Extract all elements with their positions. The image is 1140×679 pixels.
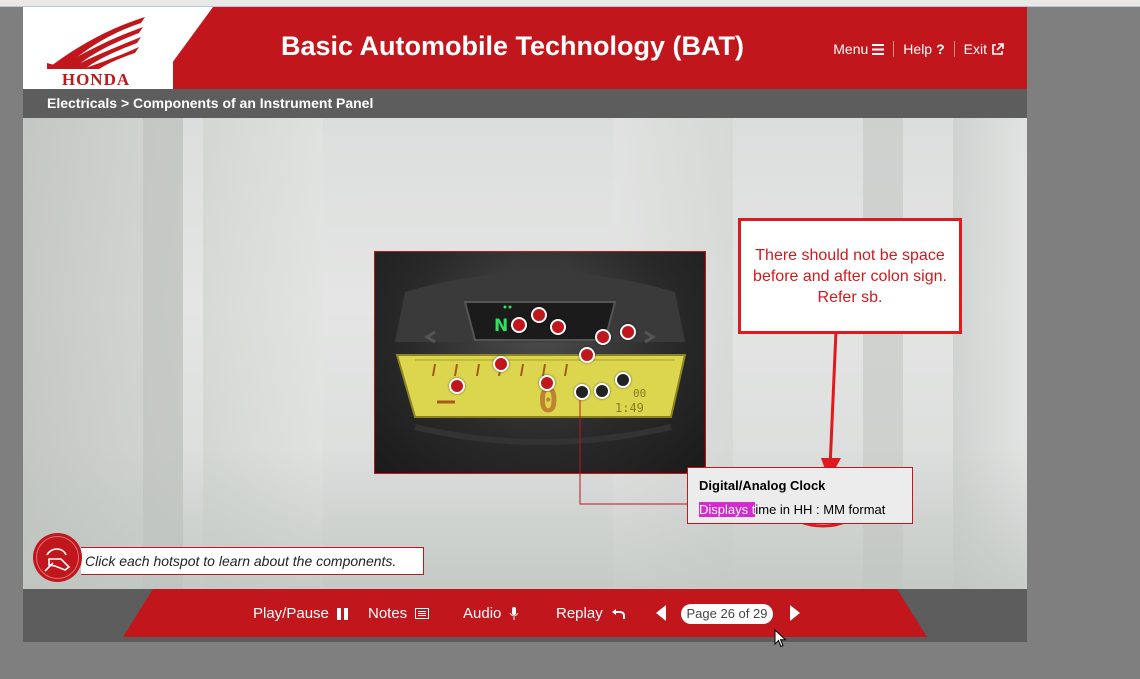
question-icon: ? [936,41,945,57]
hotspot-clock-active[interactable] [574,384,590,400]
hotspot-tooltip: Digital/Analog Clock Displays time in HH… [687,467,913,524]
hotspot[interactable] [493,356,509,372]
exit-button[interactable]: Exit [955,41,1013,57]
touch-hand-icon [33,533,82,582]
menu-button[interactable]: Menu [824,41,893,57]
breadcrumb-text: Electricals > Components of an Instrumen… [47,95,374,111]
hotspot[interactable] [511,317,527,333]
microphone-icon [509,606,519,620]
top-navigation: Menu Help ? Exit [824,41,1013,57]
svg-text:N: N [494,316,508,336]
hotspot[interactable] [550,319,566,335]
hotspot[interactable] [595,329,611,345]
exit-label: Exit [963,41,987,57]
honda-logo-text: HONDA [61,70,131,89]
replay-arrow-icon [611,609,625,619]
instrument-panel-image: N 0 1:49 00 [374,251,706,474]
help-label: Help [903,41,933,57]
instruction-box: Click each hotspot to learn about the co… [81,547,424,575]
external-link-icon [992,42,1004,55]
hotspot[interactable] [594,383,610,399]
help-button[interactable]: Help ? [894,41,953,57]
hamburger-icon [872,43,885,55]
notes-button[interactable]: Notes [368,605,430,622]
breadcrumb: Electricals > Components of an Instrumen… [23,89,1027,118]
hotspot[interactable] [615,372,631,388]
page-title: Basic Automobile Technology (BAT) [281,31,745,61]
header-bar: HONDA Basic Automobile Technology (BAT) … [23,7,1027,89]
hotspot[interactable] [579,347,595,363]
notes-icon [415,608,430,619]
hotspot[interactable] [539,375,555,391]
tooltip-body-highlight: Displays t [699,502,756,517]
course-player: HONDA Basic Automobile Technology (BAT) … [23,7,1027,642]
playback-controls: Play/Pause Notes Audio Replay Page 26 of… [23,589,1027,637]
svg-text:1:49: 1:49 [615,401,644,415]
instrument-cluster-illustration: N 0 1:49 00 [395,272,687,445]
review-comment-text: There should not be space before and aft… [753,247,947,306]
hotspot[interactable] [531,307,547,323]
audio-label: Audio [463,605,502,622]
browser-top-strip [0,0,1140,7]
notes-label: Notes [368,605,408,622]
tooltip-body: Displays time in HH : MM format [699,502,885,517]
menu-label: Menu [833,41,869,57]
instruction-text: Click each hotspot to learn about the co… [85,553,397,569]
pause-icon [336,607,348,620]
page-indicator: Page 26 of 29 [681,604,773,624]
triangle-left-icon[interactable] [656,605,666,621]
hotspot[interactable] [449,378,465,394]
replay-label: Replay [556,605,603,622]
logo-slant [153,7,213,89]
footer-bar: Play/Pause Notes Audio Replay Page 26 of… [23,589,1027,642]
play-pause-label: Play/Pause [253,605,329,622]
hotspot[interactable] [620,324,636,340]
tooltip-title: Digital/Analog Clock [699,478,826,493]
svg-text:00: 00 [633,387,646,400]
mouse-cursor-icon [774,629,787,648]
replay-button[interactable]: Replay [556,605,626,622]
content-stage: N 0 1:49 00 Digital/Analog Clock Display… [23,118,1027,589]
review-comment-box: There should not be space before and aft… [738,218,962,334]
tooltip-body-text: ime in HH : MM format [755,502,886,517]
audio-button[interactable]: Audio [463,605,519,622]
triangle-right-icon[interactable] [790,605,800,621]
play-pause-button[interactable]: Play/Pause [253,605,349,622]
honda-wing-logo-icon [47,17,145,69]
